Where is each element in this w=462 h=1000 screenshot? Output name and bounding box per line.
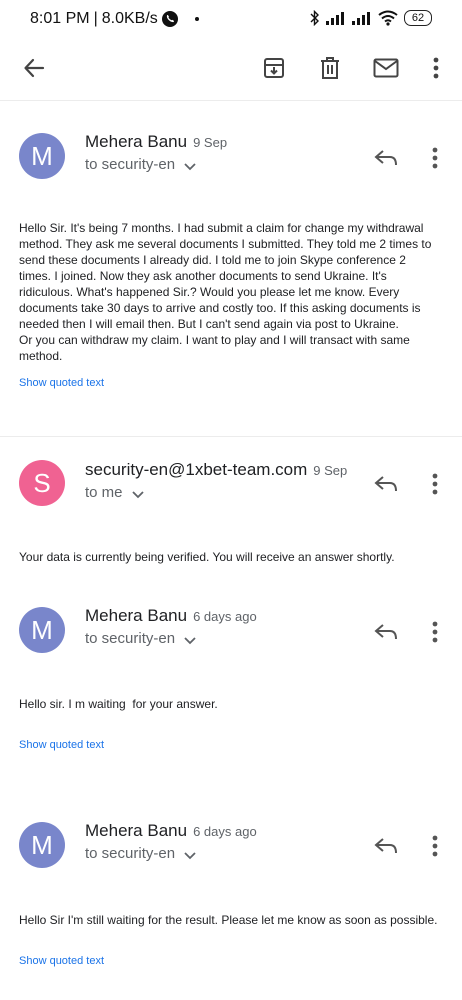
sender-name: security-en@1xbet-team.com [85, 460, 308, 479]
reply-icon [374, 838, 397, 854]
status-time: 8:01 PM [30, 10, 90, 27]
reply-icon [374, 476, 397, 492]
reply-icon [374, 624, 397, 640]
delete-button[interactable] [312, 50, 348, 86]
show-quoted-text-link[interactable]: Show quoted text [19, 377, 104, 389]
status-right: 62 [310, 10, 432, 26]
mark-unread-button[interactable] [368, 50, 404, 86]
avatar[interactable]: M [19, 133, 65, 179]
status-bar: 8:01 PM | 8.0KB/s 62 [0, 0, 462, 40]
reply-button[interactable] [368, 614, 404, 650]
status-separator: | [93, 10, 98, 27]
recipient-details[interactable]: to me [85, 484, 145, 501]
message-body: Hello sir. I m waiting for your answer. [19, 697, 218, 711]
chevron-down-icon [131, 490, 144, 498]
message-more-button[interactable] [420, 614, 450, 650]
message-divider [0, 436, 462, 437]
notification-dot [194, 17, 199, 21]
back-button[interactable] [16, 50, 52, 86]
sender-name: Mehera Banu [85, 821, 188, 840]
toolbar [0, 40, 462, 101]
avatar[interactable]: M [19, 607, 65, 653]
recipient-label: to me [85, 484, 123, 501]
message-date: 6 days ago [193, 609, 257, 624]
recipient-label: to security-en [85, 156, 176, 173]
more-vertical-icon [433, 57, 439, 79]
message-date: 6 days ago [193, 824, 257, 839]
recipient-details[interactable]: to security-en [85, 630, 197, 647]
reply-button[interactable] [368, 466, 404, 502]
signal-icon [326, 12, 344, 25]
sender-name: Mehera Banu [85, 132, 188, 151]
chevron-down-icon [184, 851, 196, 859]
reply-icon [374, 150, 397, 166]
show-quoted-text-link[interactable]: Show quoted text [19, 739, 104, 751]
chevron-down-icon [184, 162, 196, 170]
archive-button[interactable] [256, 50, 292, 86]
more-options-button[interactable] [418, 50, 454, 86]
reply-button[interactable] [368, 140, 404, 176]
more-vertical-icon [432, 147, 438, 169]
sender-name: Mehera Banu [85, 606, 188, 625]
recipient-label: to security-en [85, 845, 176, 862]
whatsapp-icon [161, 11, 178, 27]
message-date: 9 Sep [313, 463, 348, 478]
message-body: Hello Sir. It's being 7 months. I had su… [19, 221, 432, 363]
status-left: 8:01 PM | 8.0KB/s [30, 10, 199, 28]
more-vertical-icon [432, 473, 438, 495]
mail-icon [373, 58, 399, 78]
trash-icon [321, 57, 339, 79]
avatar[interactable]: M [19, 822, 65, 868]
show-quoted-text-link[interactable]: Show quoted text [19, 955, 104, 967]
more-vertical-icon [432, 621, 438, 643]
message-header[interactable]: Mehera Banu 9 Sep [85, 132, 227, 152]
avatar[interactable]: S [19, 460, 65, 506]
message-header[interactable]: Mehera Banu 6 days ago [85, 821, 257, 841]
bluetooth-icon [310, 10, 319, 26]
message-date: 9 Sep [193, 135, 228, 150]
message-header[interactable]: security-en@1xbet-team.com 9 Sep [85, 460, 347, 480]
more-vertical-icon [432, 835, 438, 857]
archive-icon [264, 58, 284, 78]
recipient-details[interactable]: to security-en [85, 845, 197, 862]
message-body: Hello Sir I'm still waiting for the resu… [19, 913, 438, 927]
message-more-button[interactable] [420, 466, 450, 502]
battery-indicator: 62 [404, 10, 432, 26]
signal-icon-2 [352, 12, 370, 25]
arrow-left-icon [24, 58, 45, 78]
recipient-label: to security-en [85, 630, 176, 647]
recipient-details[interactable]: to security-en [85, 156, 197, 173]
message-header[interactable]: Mehera Banu 6 days ago [85, 606, 257, 626]
message-more-button[interactable] [420, 828, 450, 864]
message-more-button[interactable] [420, 140, 450, 176]
reply-button[interactable] [368, 828, 404, 864]
message-body: Your data is currently being verified. Y… [19, 550, 395, 564]
wifi-icon [378, 10, 398, 26]
status-speed: 8.0KB/s [101, 10, 158, 27]
chevron-down-icon [184, 636, 196, 644]
